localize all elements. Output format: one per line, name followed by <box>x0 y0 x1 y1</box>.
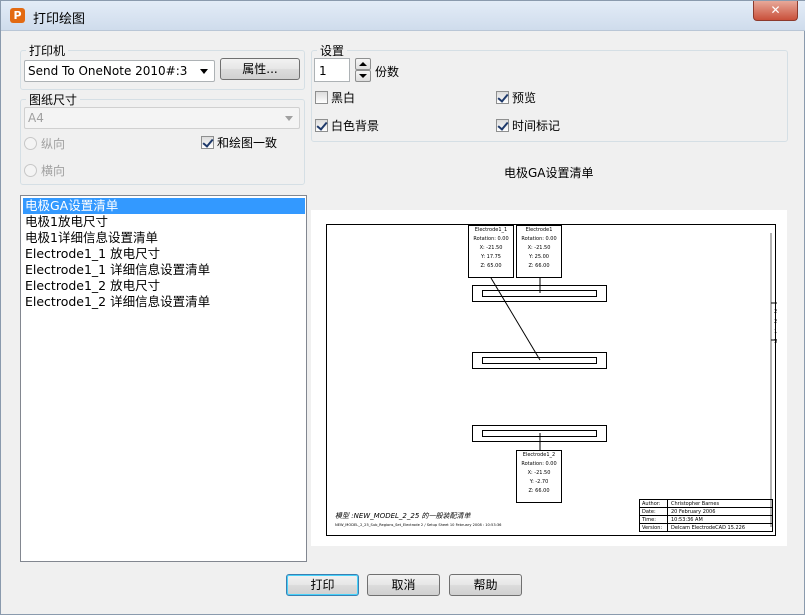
timestamp-checkbox[interactable] <box>496 119 509 132</box>
list-item[interactable]: Electrode1_2 放电尺寸 <box>23 278 305 294</box>
chevron-up-icon <box>359 62 367 66</box>
black-white-checkbox[interactable] <box>315 91 328 104</box>
model-subcaption: NEW_MODEL_2_25_Sub_Regions_Set_Electrode… <box>335 523 502 527</box>
white-background-checkbox[interactable] <box>315 119 328 132</box>
properties-button[interactable]: 属性... <box>220 58 300 80</box>
side-mark: 2 <box>774 309 778 315</box>
table-value: 20 February 2006 <box>671 509 716 515</box>
table-row: Version: Delcam ElectrodeCAD 15.226 <box>640 524 772 532</box>
help-button[interactable]: 帮助 <box>449 574 522 596</box>
window-title: 打印绘图 <box>33 12 86 27</box>
white-background-label: 白色背景 <box>331 119 380 133</box>
close-button[interactable]: ✕ <box>753 1 798 21</box>
list-item[interactable]: 电极1详细信息设置清单 <box>23 230 305 246</box>
app-icon: P <box>10 8 25 23</box>
preview-sheet: Electrode1_1 Rotation: 0.00 X: -21.50 Y:… <box>326 224 777 536</box>
table-key: Time: <box>642 516 668 524</box>
table-key: Version: <box>642 524 668 532</box>
copies-label: 份数 <box>375 65 400 79</box>
preview-checkbox[interactable] <box>496 91 509 104</box>
side-marks: 2 2 1 3 <box>774 307 777 347</box>
title-block-table: Author: Christopher Barnes Date: 20 Februa… <box>639 499 773 532</box>
timestamp-label: 时间标记 <box>512 119 561 133</box>
side-mark: 1 <box>774 329 778 335</box>
table-key: Author: <box>642 500 668 508</box>
list-item[interactable]: Electrode1_1 放电尺寸 <box>23 246 305 262</box>
copies-stepper[interactable] <box>355 58 371 82</box>
electrode-info-box-3: Electrode1_2 Rotation: 0.00 X: -21.50 Y:… <box>516 450 562 503</box>
paper-size-select[interactable]: A4 <box>24 107 300 129</box>
box-text: X: -21.50 <box>527 470 551 476</box>
landscape-radio[interactable] <box>24 164 37 177</box>
cancel-button[interactable]: 取消 <box>367 574 440 596</box>
portrait-label: 纵向 <box>41 137 66 151</box>
stepper-up-button[interactable] <box>355 58 371 70</box>
box-text: Electrode1_2 <box>522 452 556 458</box>
preview-label: 预览 <box>512 91 537 105</box>
chevron-down-icon <box>359 74 367 78</box>
stepper-down-button[interactable] <box>355 70 371 82</box>
box-text: Rotation: 0.00 <box>521 461 557 467</box>
copies-value: 1 <box>319 64 327 78</box>
list-item[interactable]: Electrode1_1 详细信息设置清单 <box>23 262 305 278</box>
paper-group-label: 图纸尺寸 <box>26 91 81 108</box>
chevron-down-icon <box>285 116 293 121</box>
print-dialog: P 打印绘图 ✕ 打印机 Send To OneNote 2010#:3 属性.… <box>0 0 805 615</box>
printer-group-label: 打印机 <box>26 42 69 59</box>
portrait-radio[interactable] <box>24 137 37 150</box>
list-item[interactable]: 电极GA设置清单 <box>23 198 305 214</box>
box-text: Y: -2.70 <box>529 479 549 485</box>
table-row: Author: Christopher Barnes <box>640 500 772 508</box>
print-preview: Electrode1_1 Rotation: 0.00 X: -21.50 Y:… <box>311 210 787 546</box>
box-text: Z: 66.00 <box>528 488 550 494</box>
side-mark: 3 <box>774 339 778 345</box>
title-bar: P 打印绘图 ✕ <box>1 1 805 31</box>
chevron-down-icon <box>200 69 208 74</box>
list-item[interactable]: 电极1放电尺寸 <box>23 214 305 230</box>
table-value: Delcam ElectrodeCAD 15.226 <box>671 525 746 531</box>
table-row: Date: 20 February 2006 <box>640 508 772 516</box>
print-button[interactable]: 打印 <box>286 574 359 596</box>
printer-select[interactable]: Send To OneNote 2010#:3 <box>24 60 215 82</box>
list-item[interactable]: Electrode1_2 详细信息设置清单 <box>23 294 305 310</box>
match-drawing-checkbox[interactable] <box>201 136 214 149</box>
paper-size-value: A4 <box>28 111 44 125</box>
table-row: Time: 10:53:36 AM <box>640 516 772 524</box>
printer-select-value: Send To OneNote 2010#:3 <box>28 64 188 78</box>
table-key: Date: <box>642 508 668 516</box>
table-value: Christopher Barnes <box>671 501 720 507</box>
preview-title: 电极GA设置清单 <box>504 166 594 180</box>
settings-group-label: 设置 <box>317 42 348 59</box>
copies-input[interactable]: 1 <box>314 58 350 82</box>
landscape-label: 横向 <box>41 164 66 178</box>
match-drawing-label: 和绘图一致 <box>217 136 278 150</box>
table-value: 10:53:36 AM <box>671 517 703 523</box>
black-white-label: 黑白 <box>331 91 356 105</box>
side-mark: 2 <box>774 319 778 325</box>
model-caption: 模型 :NEW_MODEL_2_25 的一般装配清单 <box>335 512 471 520</box>
sheet-list[interactable]: 电极GA设置清单 电极1放电尺寸 电极1详细信息设置清单 Electrode1_… <box>20 195 307 562</box>
